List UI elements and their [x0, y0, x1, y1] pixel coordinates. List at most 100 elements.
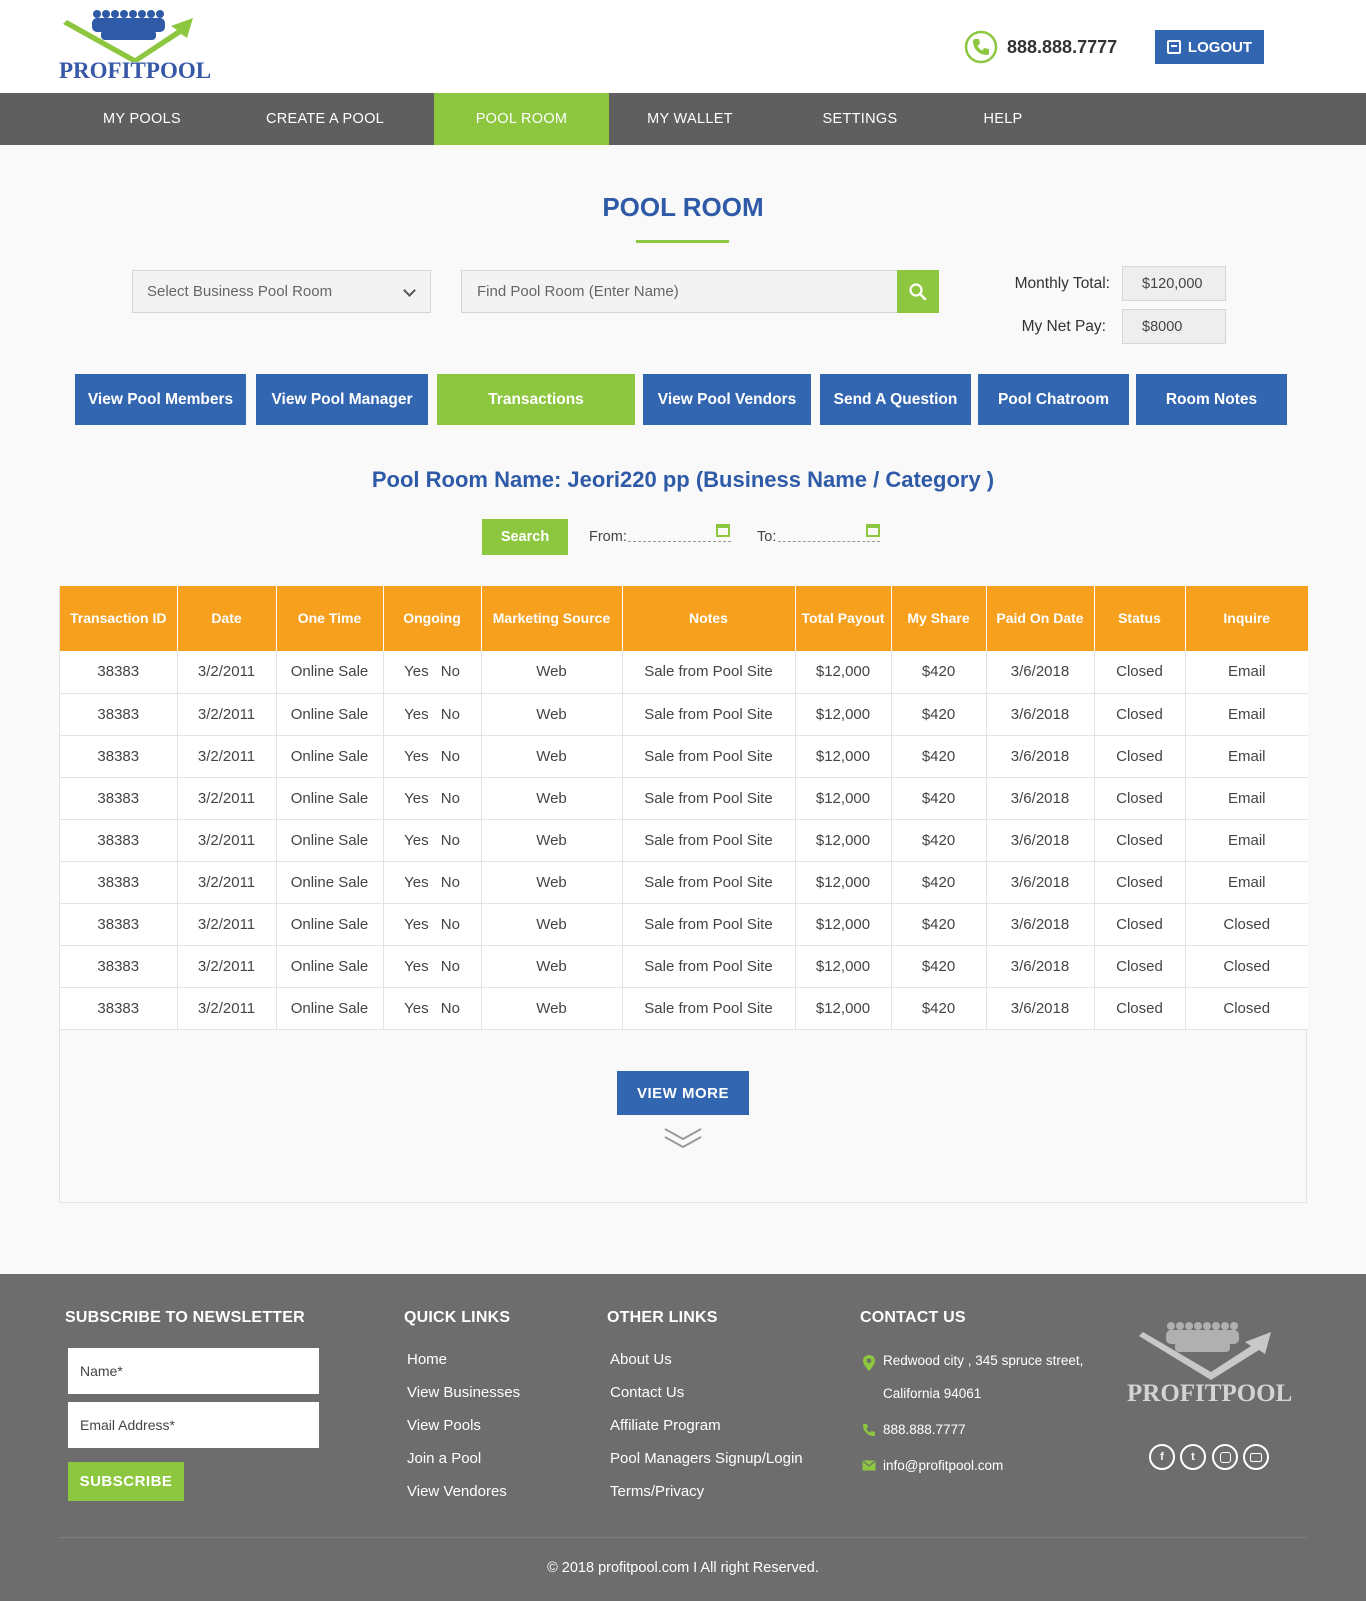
- search-button[interactable]: [897, 270, 939, 313]
- double-chevron-down-icon[interactable]: [663, 1125, 703, 1151]
- cell-inquire[interactable]: Email: [1185, 693, 1308, 736]
- table-row: 38383 3/2/2011 Online Sale Yes No Web Sale fr…: [60, 819, 1308, 862]
- nav-pool-room[interactable]: POOL ROOM: [434, 93, 609, 145]
- footer-link-home[interactable]: Home: [407, 1351, 447, 1368]
- cell-status: Closed: [1094, 819, 1186, 862]
- tab-view-pool-manager[interactable]: View Pool Manager: [256, 374, 428, 425]
- table-row: 38383 3/2/2011 Online Sale Yes No Web Sale fr…: [60, 987, 1308, 1030]
- tab-transactions[interactable]: Transactions: [437, 374, 635, 425]
- youtube-icon[interactable]: [1243, 1444, 1269, 1470]
- nav-my-pools[interactable]: MY POOLS: [74, 93, 210, 145]
- cell-status: Closed: [1094, 987, 1186, 1030]
- cell-total-payout: $12,000: [795, 861, 892, 904]
- cell-total-payout: $12,000: [795, 945, 892, 988]
- cell-paid-on-date: 3/6/2018: [986, 945, 1095, 988]
- pool-room-search-input[interactable]: Find Pool Room (Enter Name): [461, 270, 898, 313]
- subscribe-button[interactable]: SUBSCRIBE: [68, 1462, 184, 1501]
- footer-link-contact-us[interactable]: Contact Us: [610, 1384, 684, 1401]
- cell-my-share: $420: [891, 945, 987, 988]
- cell-status: Closed: [1094, 861, 1186, 904]
- footer-link-join-a-pool[interactable]: Join a Pool: [407, 1450, 481, 1467]
- cell-status: Closed: [1094, 777, 1186, 820]
- cell-status: Closed: [1094, 945, 1186, 988]
- cell-one-time: Online Sale: [276, 861, 384, 904]
- cell-date: 3/2/2011: [177, 903, 277, 946]
- cell-total-payout: $12,000: [795, 777, 892, 820]
- contact-phone[interactable]: 888.888.7777: [883, 1422, 966, 1437]
- tab-pool-chatroom[interactable]: Pool Chatroom: [978, 374, 1129, 425]
- tab-send-a-question[interactable]: Send A Question: [820, 374, 971, 425]
- table-header-row: Transaction ID Date One Time Ongoing Marketi…: [60, 586, 1308, 651]
- cell-transaction-id: 38383: [60, 987, 178, 1030]
- cell-ongoing: Yes No: [383, 945, 482, 988]
- cell-my-share: $420: [891, 861, 987, 904]
- view-more-button[interactable]: VIEW MORE: [617, 1071, 749, 1115]
- cell-notes: Sale from Pool Site: [622, 735, 796, 778]
- pool-room-name: Pool Room Name: Jeori220 pp (Business Na…: [371, 467, 995, 492]
- cell-inquire[interactable]: Email: [1185, 651, 1308, 694]
- cell-notes: Sale from Pool Site: [622, 903, 796, 946]
- cell-my-share: $420: [891, 819, 987, 862]
- footer-link-affiliate-program[interactable]: Affiliate Program: [610, 1417, 721, 1434]
- instagram-icon[interactable]: [1212, 1444, 1238, 1470]
- newsletter-email-input[interactable]: Email Address*: [68, 1402, 319, 1448]
- cell-transaction-id: 38383: [60, 861, 178, 904]
- page-title: POOL ROOM: [602, 192, 764, 222]
- logout-label: LOGOUT: [1187, 38, 1253, 56]
- column-header-total-payout: Total Payout: [795, 586, 892, 651]
- cell-marketing-source: Web: [481, 903, 623, 946]
- header-phone[interactable]: 888.888.7777: [963, 29, 1117, 65]
- cell-marketing-source: Web: [481, 651, 623, 694]
- cell-marketing-source: Web: [481, 861, 623, 904]
- to-date-input[interactable]: [778, 541, 880, 542]
- footer-divider: [59, 1537, 1307, 1538]
- tab-view-pool-members[interactable]: View Pool Members: [75, 374, 246, 425]
- cell-marketing-source: Web: [481, 945, 623, 988]
- cell-ongoing: Yes No: [383, 861, 482, 904]
- profitpool-logo[interactable]: PROFITPOOL: [59, 6, 211, 84]
- other-links-heading: OTHER LINKS: [607, 1309, 718, 1326]
- footer-link-pool-managers[interactable]: Pool Managers Signup/Login: [610, 1450, 803, 1467]
- cell-inquire[interactable]: Email: [1185, 861, 1308, 904]
- cell-inquire[interactable]: Email: [1185, 777, 1308, 820]
- cell-inquire[interactable]: Email: [1185, 735, 1308, 778]
- contact-email[interactable]: info@profitpool.com: [883, 1458, 1003, 1473]
- footer-link-view-vendores[interactable]: View Vendores: [407, 1483, 507, 1500]
- tab-room-notes[interactable]: Room Notes: [1136, 374, 1287, 425]
- logout-button[interactable]: LOGOUT: [1155, 30, 1264, 64]
- newsletter-name-input[interactable]: Name*: [68, 1348, 319, 1394]
- cell-inquire: Closed: [1185, 987, 1308, 1030]
- footer-link-about-us[interactable]: About Us: [610, 1351, 672, 1368]
- tab-view-pool-vendors[interactable]: View Pool Vendors: [643, 374, 811, 425]
- footer-link-terms-privacy[interactable]: Terms/Privacy: [610, 1483, 704, 1500]
- quick-links-heading: QUICK LINKS: [404, 1309, 511, 1326]
- cell-total-payout: $12,000: [795, 903, 892, 946]
- facebook-icon[interactable]: f: [1149, 1444, 1175, 1470]
- business-pool-room-select[interactable]: Select Business Pool Room: [132, 270, 431, 313]
- chevron-down-icon: [403, 284, 416, 297]
- table-row: 38383 3/2/2011 Online Sale Yes No Web Sale fr…: [60, 735, 1308, 778]
- calendar-icon[interactable]: [866, 524, 880, 537]
- from-date-input[interactable]: [628, 541, 731, 542]
- cell-notes: Sale from Pool Site: [622, 861, 796, 904]
- footer-link-view-pools[interactable]: View Pools: [407, 1417, 481, 1434]
- cell-inquire[interactable]: Email: [1185, 819, 1308, 862]
- nav-help[interactable]: HELP: [958, 93, 1048, 145]
- nav-create-a-pool[interactable]: CREATE A POOL: [247, 93, 403, 145]
- cell-date: 3/2/2011: [177, 819, 277, 862]
- nav-my-wallet[interactable]: MY WALLET: [628, 93, 752, 145]
- cell-one-time: Online Sale: [276, 819, 384, 862]
- date-search-button[interactable]: Search: [482, 519, 568, 555]
- cell-transaction-id: 38383: [60, 945, 178, 988]
- cell-ongoing: Yes No: [383, 987, 482, 1030]
- calendar-icon[interactable]: [716, 524, 730, 537]
- footer-logo[interactable]: PROFITPOOL: [1127, 1318, 1307, 1416]
- table-row: 38383 3/2/2011 Online Sale Yes No Web Sale fr…: [60, 693, 1308, 736]
- nav-settings[interactable]: SETTINGS: [800, 93, 920, 145]
- cell-paid-on-date: 3/6/2018: [986, 819, 1095, 862]
- twitter-icon[interactable]: t: [1180, 1444, 1206, 1470]
- cell-paid-on-date: 3/6/2018: [986, 903, 1095, 946]
- cell-transaction-id: 38383: [60, 693, 178, 736]
- contact-address-line2: California 94061: [883, 1386, 982, 1401]
- footer-link-view-businesses[interactable]: View Businesses: [407, 1384, 520, 1401]
